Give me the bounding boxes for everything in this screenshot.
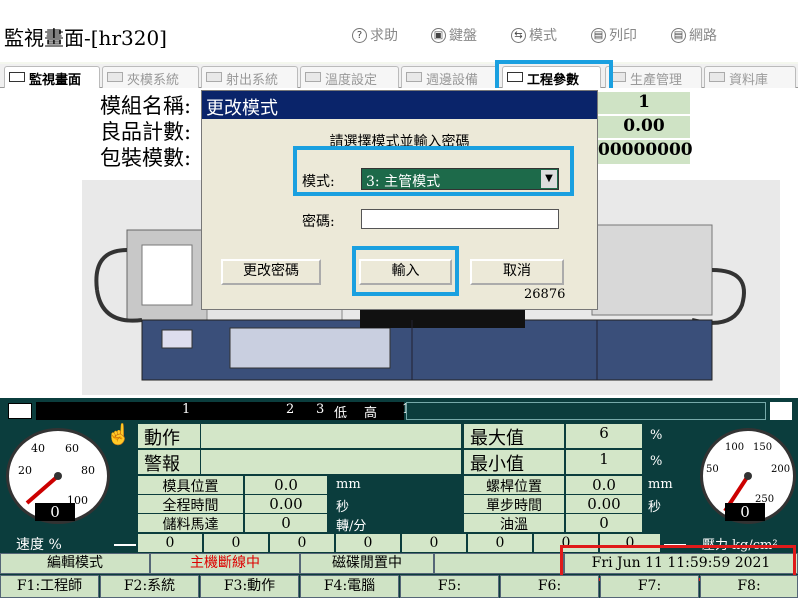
mode-label: 模式: [302, 174, 335, 190]
eye-icon [9, 72, 25, 82]
speed-icon [114, 532, 136, 546]
tab-production[interactable]: 生產管理 [605, 66, 702, 88]
keyboard-button[interactable]: ▣ 鍵盤 [431, 25, 477, 45]
tab-bar: 監視畫面 夾模系統 射出系統 溫度設定 週邊設備 工程參數 生產管理 資料庫 [0, 64, 798, 88]
screw-pos-value: 0.0 [566, 476, 642, 494]
f5-button[interactable]: F5: [400, 575, 499, 598]
scroll-icon[interactable] [770, 402, 792, 420]
dialog-title: 更改模式 [202, 91, 597, 119]
tab-engineering[interactable]: 工程參數 [502, 66, 601, 88]
f1-button[interactable]: F1:工程師 [0, 575, 99, 598]
mode-button[interactable]: ⇆ 模式 [511, 25, 557, 45]
action-label: 動作 [138, 424, 200, 449]
status-blank [434, 553, 564, 574]
mode-icon: ⇆ [511, 27, 526, 43]
process-ribbon-right [406, 402, 766, 420]
speed-gauge: 40 60 20 80 100 0 [6, 428, 110, 524]
host-status: 主機斷線中 [150, 553, 300, 574]
tab-injection[interactable]: 射出系統 [201, 66, 298, 88]
keyboard-icon: ▣ [431, 27, 446, 43]
pack-count-label: 包裝模數: [100, 146, 192, 170]
min-label: 最小值 [464, 450, 564, 475]
password-input[interactable] [361, 209, 559, 229]
dialog-code: 26876 [524, 287, 566, 302]
status-bar: 編輯模式 主機斷線中 磁碟閒置中 Fri Jun 11 11:59:59 202… [0, 553, 798, 574]
title-bar: 監視畫面-[hr320] ? 求助 ▣ 鍵盤 ⇆ 模式 ▤ 列印 ▤ 網路 [0, 0, 798, 62]
step-time-label: 單步時間 [464, 495, 564, 514]
injection-icon [206, 72, 222, 82]
tab-clamp[interactable]: 夾模系統 [102, 66, 199, 88]
mold-pos-value: 0.0 [245, 476, 327, 494]
clamp-icon [107, 72, 123, 82]
motor-value: 0 [245, 514, 327, 532]
help-button[interactable]: ? 求助 [352, 25, 398, 45]
dialog-prompt: 請選擇模式並輸入密碼 [329, 134, 470, 150]
production-icon [610, 72, 626, 82]
f2-button[interactable]: F2:系統 [100, 575, 199, 598]
oil-temp-value: 0 [566, 514, 642, 532]
cycle-time-label: 全程時間 [138, 495, 243, 514]
pack-count-value: 00000000 [598, 140, 693, 164]
cancel-button[interactable]: 取消 [470, 259, 564, 285]
pressure-gauge: 100 150 50 200 250 0 [700, 428, 796, 524]
step-time-value: 0.00 [566, 495, 642, 513]
datetime: Fri Jun 11 11:59:59 2021 [564, 553, 798, 574]
f7-button[interactable]: F7: [600, 575, 699, 598]
peripheral-icon [406, 72, 422, 82]
screw-pos-label: 螺桿位置 [464, 476, 564, 495]
mold-name-value: 1 [598, 92, 690, 114]
mode-select[interactable]: 3: 主管模式 ▼ [361, 168, 559, 190]
action-value [201, 424, 461, 448]
min-value: 1 [566, 450, 642, 474]
help-icon: ? [352, 27, 367, 43]
cycle-time-value: 0.00 [245, 495, 327, 513]
hand-icon[interactable]: ☝ [106, 422, 131, 446]
dropdown-arrow-icon[interactable]: ▼ [541, 170, 557, 188]
motor-label: 儲料馬達 [138, 514, 243, 533]
alarm-label: 警報 [138, 450, 200, 475]
f3-button[interactable]: F3:動作 [200, 575, 299, 598]
f6-button[interactable]: F6: [500, 575, 599, 598]
mode-select-value: 3: 主管模式 [366, 174, 441, 190]
function-keys: F1:工程師 F2:系統 F3:動作 F4:電腦 F5: F6: F7: F8: [0, 575, 798, 598]
screen: 監視畫面-[hr320] ? 求助 ▣ 鍵盤 ⇆ 模式 ▤ 列印 ▤ 網路 監視畫面 夾模… [0, 0, 798, 598]
f4-button[interactable]: F4:電腦 [300, 575, 399, 598]
print-button[interactable]: ▤ 列印 [591, 25, 637, 45]
good-count-value: 0.00 [598, 116, 690, 138]
page-title: 監視畫面-[hr320] [4, 26, 167, 50]
disk-status: 磁碟閒置中 [300, 553, 434, 574]
network-icon: ▤ [671, 27, 686, 43]
change-mode-dialog: 更改模式 請選擇模式並輸入密碼 模式: 3: 主管模式 ▼ 密碼: 更改密碼 輸入… [201, 90, 598, 310]
process-ribbon: 1 2 3 低 高 1 [36, 402, 410, 421]
tab-temperature[interactable]: 溫度設定 [300, 66, 399, 88]
change-password-button[interactable]: 更改密碼 [221, 259, 321, 285]
f8-button[interactable]: F8: [700, 575, 798, 598]
pressure-label: 壓力 kg/cm² [702, 538, 778, 553]
tab-peripheral[interactable]: 週邊設備 [401, 66, 498, 88]
database-icon [709, 72, 725, 82]
speed-label: 速度 % [16, 537, 62, 553]
chat-icon[interactable] [8, 403, 32, 419]
temperature-icon [305, 72, 321, 82]
alarm-value [201, 450, 461, 474]
enter-button[interactable]: 輸入 [359, 259, 452, 285]
tab-monitor[interactable]: 監視畫面 [4, 66, 100, 88]
pressure-icon [664, 532, 686, 546]
mode-status: 編輯模式 [0, 553, 150, 574]
wrench-icon [507, 72, 523, 82]
tab-database[interactable]: 資料庫 [704, 66, 796, 88]
oil-temp-label: 油溫 [464, 514, 564, 533]
max-value: 6 [566, 424, 642, 448]
max-label: 最大值 [464, 424, 564, 449]
printer-icon: ▤ [591, 27, 606, 43]
password-label: 密碼: [302, 214, 335, 230]
network-button[interactable]: ▤ 網路 [671, 25, 717, 45]
mold-pos-label: 模具位置 [138, 476, 243, 495]
